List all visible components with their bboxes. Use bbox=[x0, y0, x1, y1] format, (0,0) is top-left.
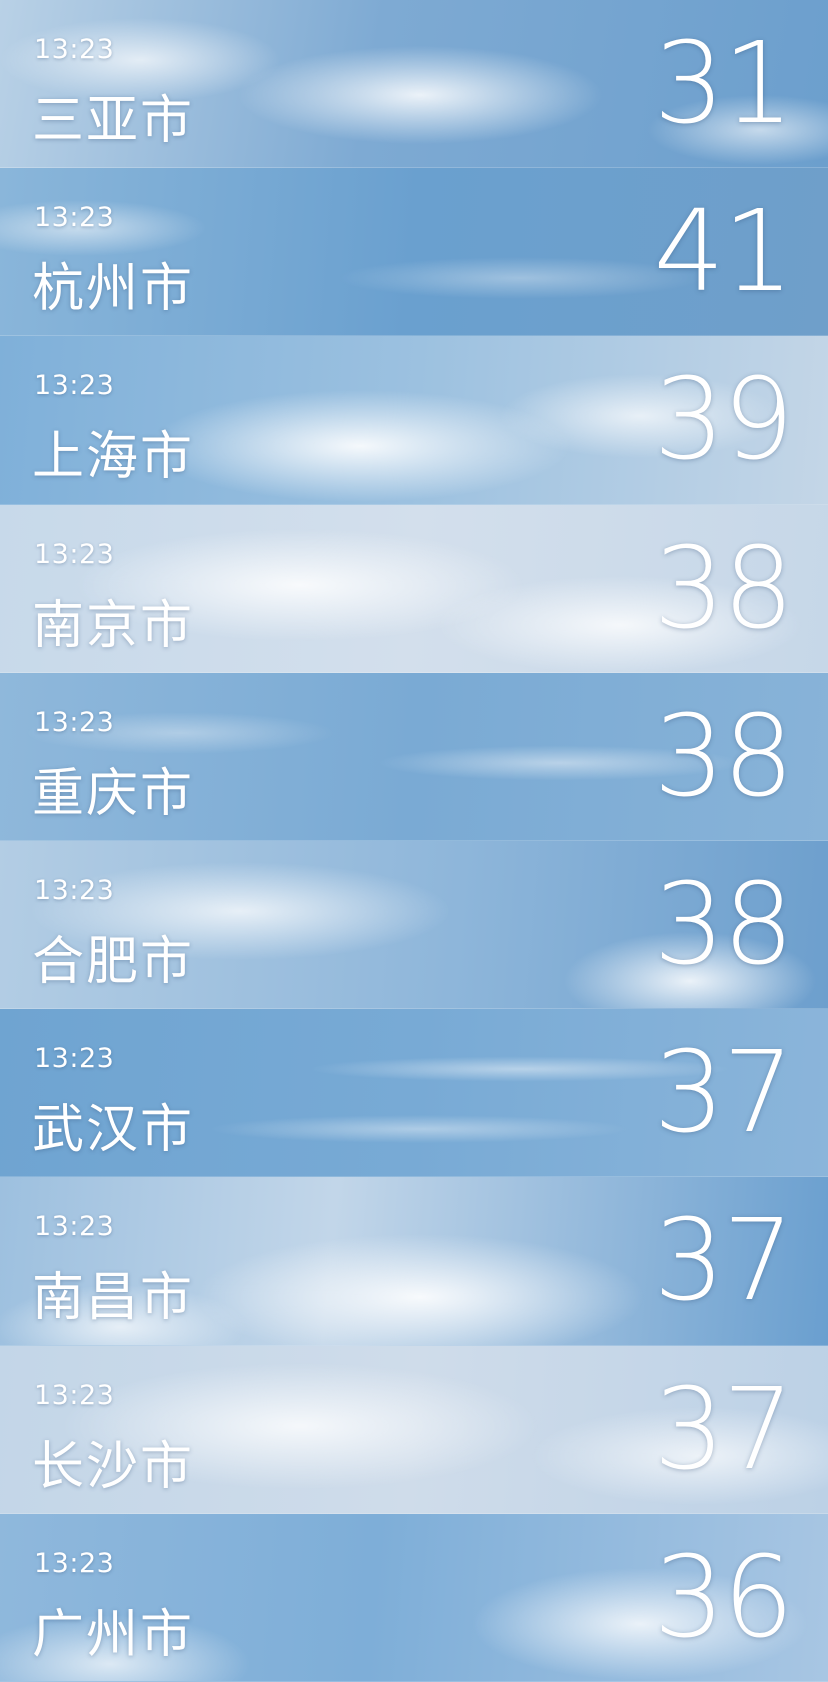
temperature: 37 bbox=[653, 1364, 794, 1495]
temperature: 38 bbox=[653, 859, 794, 990]
temperature: 38 bbox=[653, 691, 794, 822]
local-time: 13:23 bbox=[34, 1547, 115, 1579]
temperature: 37 bbox=[653, 1196, 794, 1327]
city-row-shanghai[interactable]: 13:23 上海市 39 bbox=[0, 336, 828, 505]
city-name: 杭州市 bbox=[32, 259, 195, 320]
temperature: 39 bbox=[653, 355, 794, 486]
city-row-hangzhou[interactable]: 13:23 杭州市 41 bbox=[0, 168, 828, 337]
city-row-wuhan[interactable]: 13:23 武汉市 37 bbox=[0, 1009, 828, 1178]
city-row-hefei[interactable]: 13:23 合肥市 38 bbox=[0, 840, 828, 1010]
city-name: 长沙市 bbox=[32, 1436, 195, 1497]
local-time: 13:23 bbox=[34, 1043, 115, 1075]
city-name: 广州市 bbox=[32, 1604, 195, 1665]
city-row-sanya[interactable]: 13:23 三亚市 31 bbox=[0, 0, 828, 169]
city-name: 三亚市 bbox=[32, 91, 195, 151]
local-time: 13:23 bbox=[34, 706, 115, 738]
local-time: 13:23 bbox=[34, 34, 115, 65]
city-row-chongqing[interactable]: 13:23 重庆市 38 bbox=[0, 672, 828, 841]
local-time: 13:23 bbox=[34, 874, 115, 906]
local-time: 13:23 bbox=[34, 538, 115, 570]
temperature: 38 bbox=[653, 523, 794, 654]
city-name: 南京市 bbox=[32, 595, 195, 656]
local-time: 13:23 bbox=[34, 370, 115, 402]
city-row-guangzhou[interactable]: 13:23 广州市 36 bbox=[0, 1513, 828, 1682]
city-row-nanjing[interactable]: 13:23 南京市 38 bbox=[0, 504, 828, 673]
city-name: 南昌市 bbox=[32, 1268, 195, 1329]
city-name: 合肥市 bbox=[32, 931, 195, 992]
city-row-nanchang[interactable]: 13:23 南昌市 37 bbox=[0, 1177, 828, 1346]
temperature: 36 bbox=[653, 1532, 794, 1663]
temperature: 41 bbox=[653, 187, 794, 318]
city-name: 上海市 bbox=[32, 427, 195, 488]
city-weather-list: 13:23 三亚市 31 13:23 杭州市 41 13:23 上海市 39 1… bbox=[0, 0, 828, 1682]
temperature: 31 bbox=[653, 19, 794, 149]
local-time: 13:23 bbox=[34, 1211, 115, 1243]
city-row-changsha[interactable]: 13:23 长沙市 37 bbox=[0, 1345, 828, 1514]
city-name: 重庆市 bbox=[32, 763, 195, 824]
local-time: 13:23 bbox=[34, 202, 115, 234]
temperature: 37 bbox=[653, 1028, 794, 1159]
city-name: 武汉市 bbox=[32, 1100, 195, 1161]
local-time: 13:23 bbox=[34, 1379, 115, 1411]
